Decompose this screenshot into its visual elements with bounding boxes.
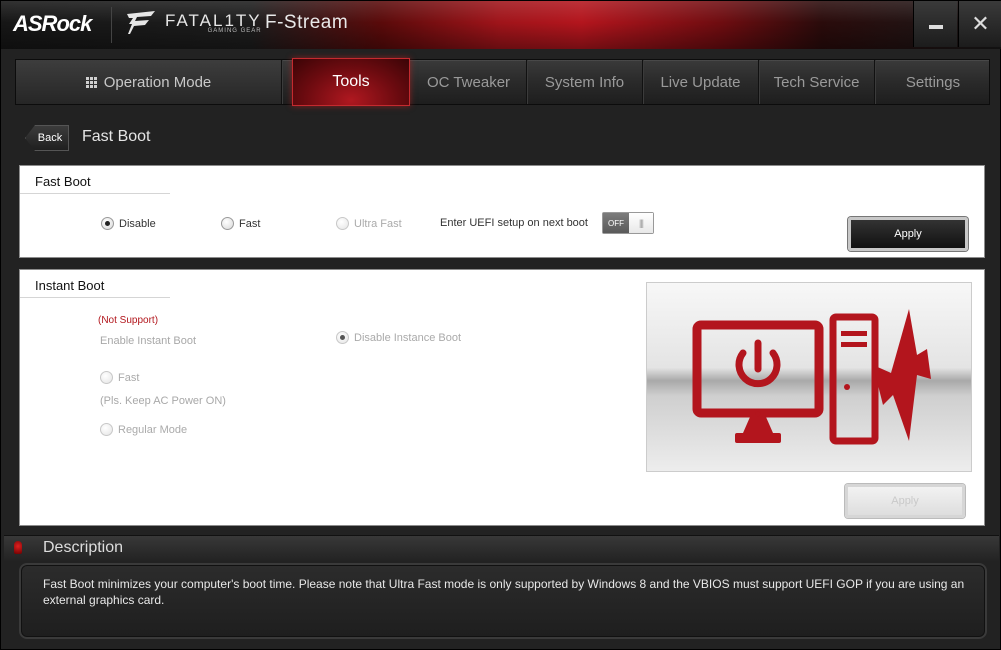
description-text: Fast Boot minimizes your computer's boot… xyxy=(43,577,965,607)
tab-label: OC Tweaker xyxy=(426,73,511,91)
radio-label: Disable xyxy=(119,217,156,230)
enable-instant-boot-label: Enable Instant Boot xyxy=(100,335,197,347)
tab-label: Settings xyxy=(905,73,961,91)
tab-tech-service[interactable]: Tech Service xyxy=(759,60,875,104)
tab-label: System Info xyxy=(544,73,625,91)
description-indicator-icon xyxy=(14,541,22,554)
fast-boot-apply-button[interactable]: Apply xyxy=(848,217,968,251)
not-support-label: (Not Support) xyxy=(98,315,159,326)
main-nav: Operation Mode Tools OC Tweaker System I… xyxy=(15,58,991,106)
radio-ultra-fast[interactable]: Ultra Fast xyxy=(336,217,402,230)
radio-label: Fast xyxy=(118,371,140,384)
description-title: Description xyxy=(43,539,124,556)
fast-boot-heading: Fast Boot xyxy=(20,166,170,194)
tab-tools[interactable]: Tools xyxy=(292,58,410,106)
radio-disable-instance-boot[interactable]: Disable Instance Boot xyxy=(336,331,461,344)
app-title: F-Stream xyxy=(265,12,349,33)
instant-boot-apply-button[interactable]: Apply xyxy=(845,484,965,518)
radio-dot xyxy=(336,331,349,344)
radio-dot xyxy=(221,217,234,230)
tab-operation-mode[interactable]: Operation Mode xyxy=(16,60,282,104)
grid-icon xyxy=(85,76,97,88)
close-button[interactable]: ✕ xyxy=(958,1,1001,47)
radio-dot xyxy=(100,423,113,436)
instant-boot-heading: Instant Boot xyxy=(20,270,170,298)
tab-live-update[interactable]: Live Update xyxy=(643,60,759,104)
radio-disable[interactable]: Disable xyxy=(101,217,156,230)
minimize-icon xyxy=(928,25,943,29)
fatality-wing-icon xyxy=(127,11,155,34)
radio-label: Regular Mode xyxy=(118,423,188,436)
uefi-setup-label: Enter UEFI setup on next boot xyxy=(440,217,588,229)
instant-boot-panel: Instant Boot (Not Support) Enable Instan… xyxy=(19,269,985,526)
radio-regular-mode[interactable]: Regular Mode xyxy=(100,423,187,436)
computer-power-icon xyxy=(692,309,931,445)
radio-instant-fast[interactable]: Fast xyxy=(100,371,139,384)
back-button[interactable]: Back xyxy=(25,125,69,151)
instant-boot-illustration xyxy=(646,282,972,472)
title-divider xyxy=(111,7,112,43)
tab-system-info[interactable]: System Info xyxy=(527,60,643,104)
ac-power-note: (Pls. Keep AC Power ON) xyxy=(100,395,226,407)
tab-label: Operation Mode xyxy=(103,73,212,91)
description-header xyxy=(4,535,999,561)
title-bar: ASRock FATAL1TY GAMING GEAR F-Stream xyxy=(1,1,1001,49)
uefi-setup-toggle[interactable]: OFF ||| xyxy=(602,212,654,234)
tab-label: Live Update xyxy=(660,73,741,91)
radio-label: Ultra Fast xyxy=(354,217,402,230)
fstream-window: ASRock FATAL1TY GAMING GEAR F-Stream ✕ O… xyxy=(0,0,1001,650)
radio-fast[interactable]: Fast xyxy=(221,217,260,230)
minimize-button[interactable] xyxy=(913,1,957,47)
page-title: Fast Boot xyxy=(82,128,151,145)
radio-dot xyxy=(100,371,113,384)
fast-boot-panel: Fast Boot Disable Fast Ultra Fast Enter … xyxy=(19,165,985,258)
tab-label: Tools xyxy=(332,73,370,90)
radio-dot xyxy=(336,217,349,230)
asrock-logo: ASRock xyxy=(13,11,92,36)
toggle-knob-icon: ||| xyxy=(629,213,653,233)
radio-label: Fast xyxy=(239,217,261,230)
radio-label: Disable Instance Boot xyxy=(354,331,462,344)
radio-dot xyxy=(101,217,114,230)
tab-oc-tweaker[interactable]: OC Tweaker xyxy=(411,60,527,104)
fatality-logo: FATAL1TY GAMING GEAR xyxy=(125,10,262,36)
close-icon: ✕ xyxy=(971,11,990,36)
tab-label: Tech Service xyxy=(773,73,860,91)
tab-settings[interactable]: Settings xyxy=(875,60,991,104)
toggle-state: OFF xyxy=(603,213,629,233)
